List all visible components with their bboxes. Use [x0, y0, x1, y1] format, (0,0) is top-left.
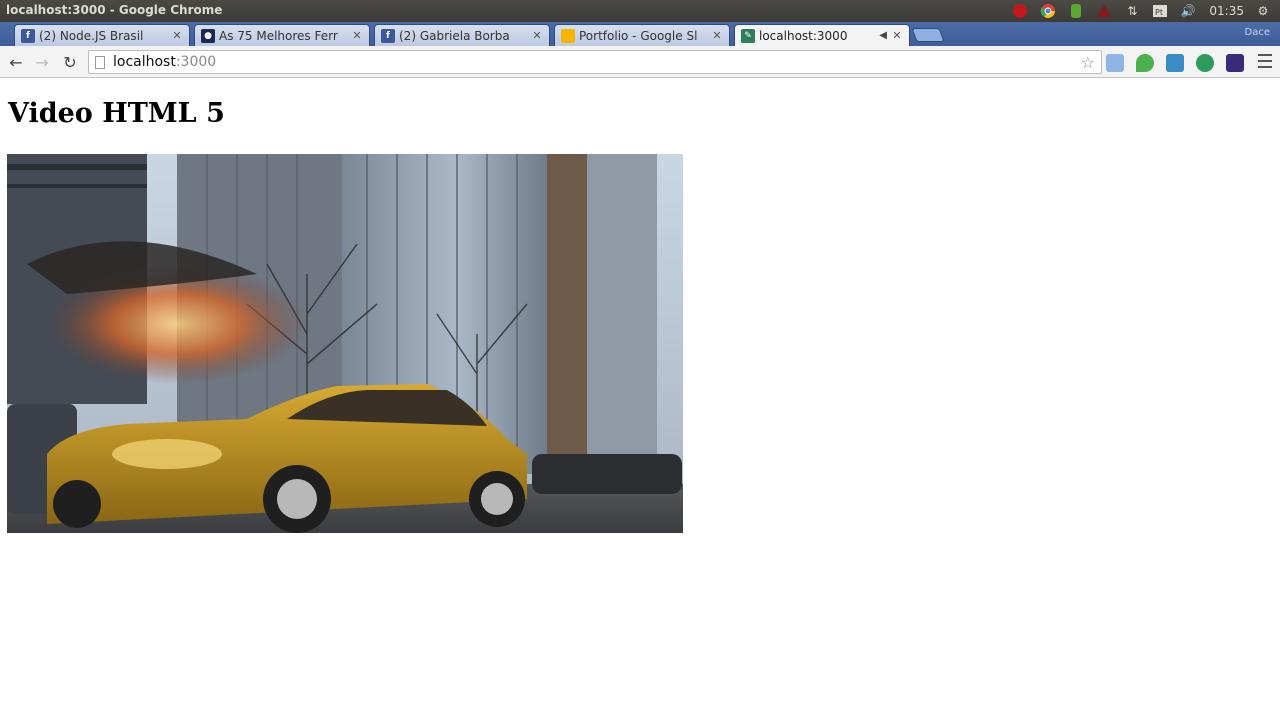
- evernote-extension-icon[interactable]: [1136, 54, 1154, 72]
- record-icon[interactable]: [1011, 2, 1029, 20]
- svg-text:Pt: Pt: [1155, 8, 1163, 17]
- reload-button[interactable]: ↻: [60, 52, 80, 72]
- tab-localhost[interactable]: ✎ localhost:3000 ◀ ✕: [734, 24, 910, 46]
- back-button[interactable]: ←: [6, 52, 26, 72]
- page-heading: Video HTML 5: [8, 98, 225, 129]
- forward-button[interactable]: →: [32, 52, 52, 72]
- video-player[interactable]: [7, 154, 683, 533]
- power-icon[interactable]: ⚙: [1254, 2, 1272, 20]
- alert-icon[interactable]: [1095, 2, 1113, 20]
- url-host: localhost: [113, 54, 176, 70]
- url-port: :3000: [175, 54, 217, 70]
- tab-node-js-brasil[interactable]: f (2) Node.JS Brasil ✕: [14, 24, 190, 46]
- tab-melhores-ferramentas[interactable]: ● As 75 Melhores Ferr ✕: [194, 24, 370, 46]
- tab-strip: f (2) Node.JS Brasil ✕ ● As 75 Melhores …: [0, 22, 1280, 46]
- os-title-bar: localhost:3000 - Google Chrome ⇅ Pt 🔊 01…: [0, 0, 1280, 22]
- volume-icon[interactable]: 🔊: [1179, 2, 1197, 20]
- close-icon[interactable]: ✕: [351, 29, 363, 42]
- extension-icon[interactable]: [1106, 54, 1124, 72]
- speaker-icon: ◀: [879, 30, 887, 41]
- tab-gabriela-borba[interactable]: f (2) Gabriela Borba ✕: [374, 24, 550, 46]
- tab-label: Portfolio - Google Sl: [579, 28, 698, 43]
- facebook-icon: f: [21, 28, 35, 43]
- browser-toolbar: ← → ↻ localhost:3000 ☆: [0, 46, 1280, 78]
- evernote-icon[interactable]: [1067, 2, 1085, 20]
- network-icon[interactable]: ⇅: [1123, 2, 1141, 20]
- close-icon[interactable]: ✕: [891, 29, 903, 42]
- extension-icon[interactable]: [1196, 54, 1214, 72]
- close-icon[interactable]: ✕: [531, 29, 543, 42]
- chrome-icon[interactable]: [1039, 2, 1057, 20]
- page-icon: [95, 55, 105, 69]
- facebook-icon: f: [381, 28, 395, 43]
- tab-label: (2) Node.JS Brasil: [39, 28, 144, 43]
- page-icon: ✎: [741, 28, 755, 43]
- new-tab-button[interactable]: [911, 28, 945, 42]
- window-title: localhost:3000 - Google Chrome: [6, 3, 223, 17]
- close-icon[interactable]: ✕: [711, 29, 723, 42]
- profile-name[interactable]: Dace: [1245, 27, 1270, 38]
- google-slides-icon: [561, 28, 575, 43]
- site-icon: ●: [201, 28, 215, 43]
- keyboard-icon[interactable]: Pt: [1151, 2, 1169, 20]
- tab-portfolio-google-slides[interactable]: Portfolio - Google Sl ✕: [554, 24, 730, 46]
- address-bar[interactable]: localhost:3000 ☆: [88, 50, 1102, 74]
- bookmark-star-icon[interactable]: ☆: [1081, 53, 1095, 72]
- video-frame: [7, 154, 683, 533]
- page-content: Video HTML 5: [0, 78, 1280, 720]
- tab-label: localhost:3000: [759, 28, 848, 43]
- system-tray: ⇅ Pt 🔊 01:35 ⚙: [1011, 2, 1272, 20]
- extension-icon[interactable]: [1226, 54, 1244, 72]
- menu-icon[interactable]: [1258, 54, 1272, 68]
- extension-icon[interactable]: [1166, 54, 1184, 72]
- close-icon[interactable]: ✕: [171, 29, 183, 42]
- clock[interactable]: 01:35: [1209, 4, 1244, 18]
- tab-label: As 75 Melhores Ferr: [219, 28, 338, 43]
- tab-label: (2) Gabriela Borba: [399, 28, 510, 43]
